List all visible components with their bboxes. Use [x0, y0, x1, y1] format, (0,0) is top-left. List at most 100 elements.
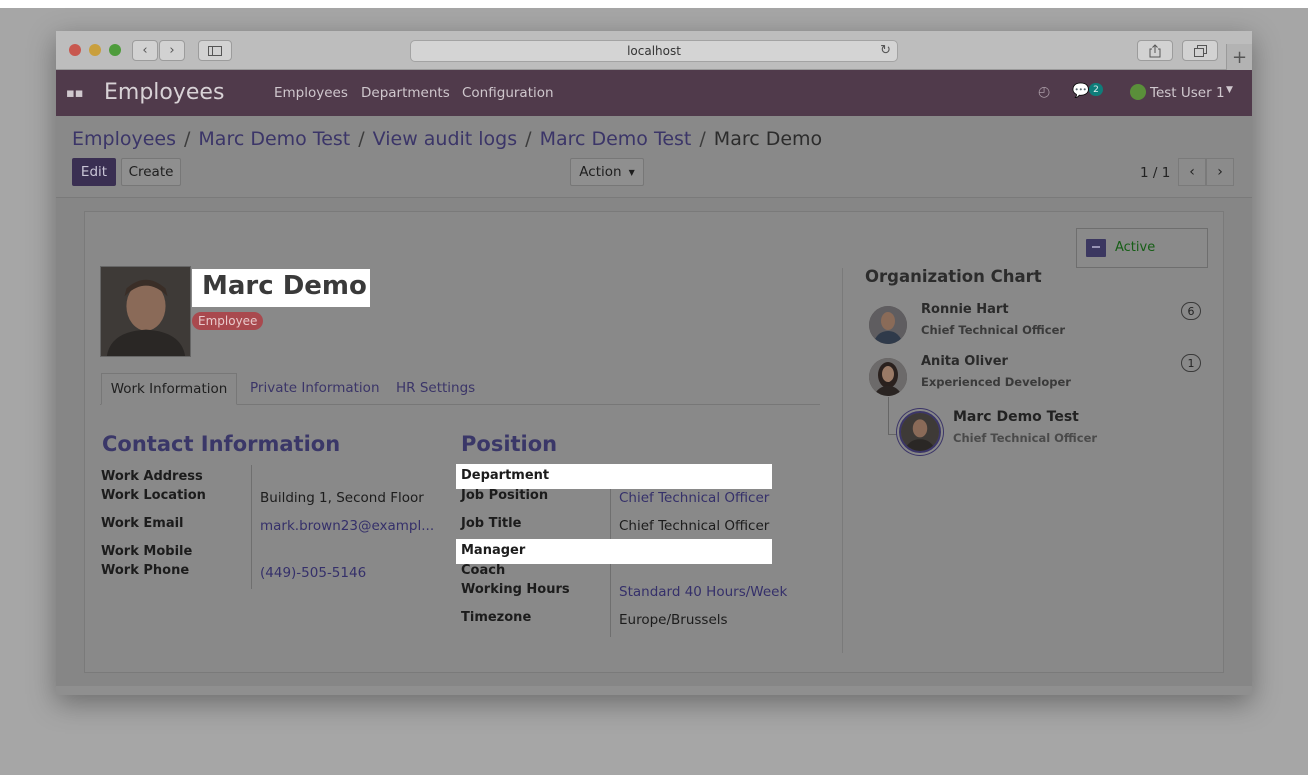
browser-toolbar: ‹ › localhost ↻ + — [56, 31, 1252, 70]
employee-name-field[interactable]: Marc Demo — [192, 269, 370, 307]
work-mobile-label: Work Mobile — [101, 544, 193, 559]
app-navbar: ▪▪ Employees Employees Departments Confi… — [56, 70, 1252, 116]
org-chart-title: Organization Chart — [865, 267, 1042, 286]
breadcrumb-item[interactable]: Marc Demo Test — [540, 128, 692, 150]
job-title-value: Chief Technical Officer — [619, 518, 770, 534]
employee-photo[interactable] — [100, 266, 191, 357]
caret-down-icon[interactable]: ▼ — [1226, 85, 1233, 95]
timezone-label: Timezone — [461, 610, 532, 625]
anita-oliver-portrait — [869, 358, 907, 396]
work-email-link[interactable]: mark.brown23@exampl... — [260, 518, 434, 534]
edit-button[interactable]: Edit — [72, 158, 116, 186]
org-name[interactable]: Ronnie Hart — [921, 302, 1009, 317]
work-location-value: Building 1, Second Floor — [260, 490, 424, 506]
department-row-highlight: Department — [456, 464, 772, 489]
employee-tag[interactable]: Employee — [192, 312, 264, 330]
manager-row-highlight: Manager — [456, 539, 772, 564]
apps-grid-icon[interactable]: ▪▪ — [66, 86, 84, 101]
menu-departments[interactable]: Departments — [361, 85, 450, 101]
active-toggle-button[interactable]: Active — [1076, 228, 1208, 268]
work-phone-label: Work Phone — [101, 563, 190, 578]
chevron-right-icon: › — [169, 43, 175, 58]
timezone-value: Europe/Brussels — [619, 612, 728, 628]
employee-name: Marc Demo — [202, 271, 367, 301]
pager-next-button[interactable]: › — [1206, 158, 1234, 186]
job-position-link[interactable]: Chief Technical Officer — [619, 490, 769, 506]
chat-icon[interactable]: 💬 — [1072, 83, 1089, 99]
breadcrumb-separator: / — [358, 128, 365, 150]
tabs-overview-button[interactable] — [1182, 40, 1218, 61]
zoom-window-button[interactable] — [109, 44, 121, 56]
minimize-window-button[interactable] — [89, 44, 101, 56]
active-label: Active — [1115, 240, 1156, 255]
address-bar[interactable]: localhost ↻ — [410, 40, 898, 62]
org-name[interactable]: Anita Oliver — [921, 354, 1008, 369]
browser-window: ‹ › localhost ↻ + ▪▪ Employees Employees… — [56, 31, 1252, 695]
archive-icon — [1086, 239, 1106, 257]
subordinate-count-badge[interactable]: 6 — [1181, 302, 1201, 320]
create-button[interactable]: Create — [121, 158, 181, 186]
back-button[interactable]: ‹ — [132, 40, 158, 61]
breadcrumb-separator: / — [525, 128, 532, 150]
breadcrumb-item[interactable]: Marc Demo Test — [198, 128, 350, 150]
ronnie-hart-portrait — [869, 306, 907, 344]
tab-work-information[interactable]: Work Information — [101, 373, 237, 405]
coach-label: Coach — [461, 563, 506, 578]
window-bottom-strip — [56, 686, 1252, 695]
org-chart-divider — [842, 268, 843, 653]
control-panel: Employees / Marc Demo Test / View audit logs… — [56, 116, 1252, 198]
chevron-left-icon: ‹ — [142, 43, 148, 58]
pager-previous-button[interactable]: ‹ — [1178, 158, 1206, 186]
org-job-self: Chief Technical Officer — [953, 431, 1098, 445]
breadcrumb-item[interactable]: View audit logs — [373, 128, 518, 150]
job-position-label: Job Position — [461, 488, 549, 503]
contact-column-divider — [251, 465, 252, 589]
clock-icon[interactable]: ◴ — [1038, 84, 1050, 100]
org-job: Experienced Developer — [921, 375, 1071, 389]
org-name-self: Marc Demo Test — [953, 409, 1079, 425]
work-email-label: Work Email — [101, 516, 184, 531]
breadcrumb-current: Marc Demo — [713, 128, 823, 150]
manager-label: Manager — [461, 543, 526, 558]
tab-private-information[interactable]: Private Information — [250, 380, 380, 396]
pager-value[interactable]: 1 / 1 — [1140, 165, 1170, 181]
org-avatar-ronnie[interactable] — [869, 306, 907, 344]
subordinate-count-badge[interactable]: 1 — [1181, 354, 1201, 372]
department-label: Department — [461, 468, 550, 483]
user-avatar[interactable] — [1130, 84, 1146, 100]
org-avatar-anita[interactable] — [869, 358, 907, 396]
forward-button[interactable]: › — [159, 40, 185, 61]
share-icon — [1149, 43, 1161, 57]
chat-count-badge: 2 — [1089, 83, 1103, 96]
employee-portrait-image — [101, 267, 190, 356]
breadcrumb-separator: / — [699, 128, 706, 150]
tabs-icon — [1193, 44, 1207, 57]
new-tab-button[interactable]: + — [1226, 44, 1252, 70]
screen-top-strip — [0, 0, 1308, 8]
tab-hr-settings[interactable]: HR Settings — [396, 380, 475, 396]
breadcrumb-separator: / — [184, 128, 191, 150]
plus-icon: + — [1231, 46, 1248, 68]
working-hours-link[interactable]: Standard 40 Hours/Week — [619, 584, 787, 600]
user-menu[interactable]: Test User 1 — [1150, 85, 1225, 101]
menu-employees[interactable]: Employees — [274, 85, 348, 101]
app-title[interactable]: Employees — [104, 80, 224, 105]
job-title-label: Job Title — [461, 516, 522, 531]
contact-information-title: Contact Information — [102, 432, 341, 456]
action-label: Action — [579, 164, 622, 180]
marc-demo-portrait — [901, 413, 939, 451]
org-connector-line — [888, 397, 889, 435]
work-phone-link[interactable]: (449)-505-5146 — [260, 565, 366, 581]
chevron-left-icon: ‹ — [1189, 164, 1195, 180]
org-avatar-self — [899, 411, 941, 453]
sidebar-toggle-button[interactable] — [198, 40, 232, 61]
share-button[interactable] — [1137, 40, 1173, 61]
working-hours-label: Working Hours — [461, 582, 570, 597]
reload-icon[interactable]: ↻ — [880, 43, 891, 58]
menu-configuration[interactable]: Configuration — [462, 85, 554, 101]
action-dropdown[interactable]: Action ▼ — [570, 158, 644, 186]
work-location-label: Work Location — [101, 488, 206, 503]
close-window-button[interactable] — [69, 44, 81, 56]
breadcrumb-item[interactable]: Employees — [72, 128, 176, 150]
url-text: localhost — [627, 44, 681, 58]
